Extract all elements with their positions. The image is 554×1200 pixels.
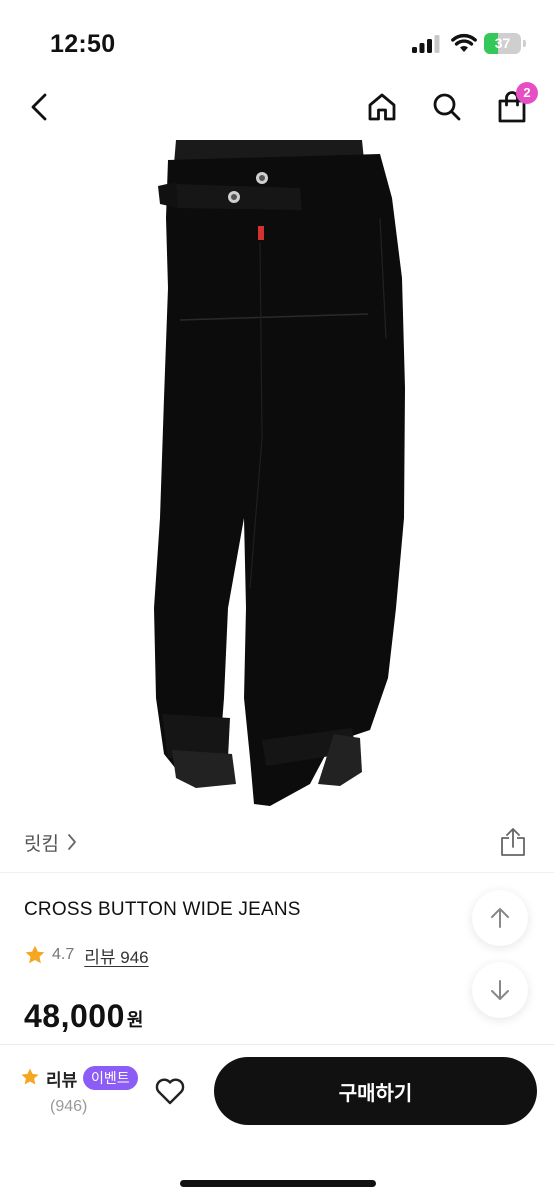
arrow-down-icon (491, 980, 509, 1000)
top-navigation: 2 (0, 82, 554, 138)
search-button[interactable] (425, 84, 469, 130)
buy-button[interactable]: 구매하기 (214, 1057, 537, 1125)
status-bar: 12:50 37 (0, 0, 554, 84)
arrow-up-icon (491, 908, 509, 928)
star-icon (21, 1068, 39, 1085)
star-icon (25, 945, 45, 964)
scroll-to-bottom-button[interactable] (472, 962, 528, 1018)
brand-row: 릿킴 (0, 818, 554, 868)
product-title: CROSS BUTTON WIDE JEANS (24, 899, 301, 920)
status-time: 12:50 (50, 30, 116, 58)
wifi-icon (451, 33, 477, 52)
battery-icon: 37 (484, 33, 526, 54)
chevron-right-icon (68, 834, 76, 850)
cart-count-badge: 2 (516, 82, 538, 104)
product-photo (154, 140, 405, 806)
price-row: 48,000 원 (24, 998, 143, 1035)
like-button[interactable] (150, 1071, 190, 1111)
review-link[interactable]: 리뷰 946 (84, 943, 148, 968)
price-unit: 원 (126, 1010, 144, 1030)
home-indicator (180, 1180, 376, 1187)
rating-value: 4.7 (52, 946, 75, 963)
battery-level: 37 (494, 35, 511, 51)
bottom-action-bar: 리뷰 이벤트 (946) 구매하기 (0, 1044, 554, 1200)
product-image[interactable] (0, 138, 554, 810)
review-label[interactable]: 리뷰 (46, 1066, 77, 1091)
home-button[interactable] (360, 84, 404, 130)
search-icon (433, 93, 461, 121)
cart-button[interactable]: 2 (490, 82, 538, 130)
event-badge: 이벤트 (83, 1066, 138, 1090)
rating-row: 4.7 리뷰 946 (24, 942, 149, 968)
back-arrow-icon (31, 93, 47, 121)
home-icon (368, 93, 396, 121)
divider (0, 872, 554, 873)
cellular-signal-icon (412, 35, 440, 53)
scroll-to-top-button[interactable] (472, 890, 528, 946)
share-icon (501, 828, 525, 856)
review-count: (946) (50, 1098, 88, 1115)
heart-icon (155, 1078, 185, 1105)
brand-link[interactable]: 릿킴 (24, 829, 59, 856)
back-button[interactable] (18, 84, 62, 130)
share-button[interactable] (494, 822, 532, 862)
price: 48,000 (24, 998, 125, 1034)
